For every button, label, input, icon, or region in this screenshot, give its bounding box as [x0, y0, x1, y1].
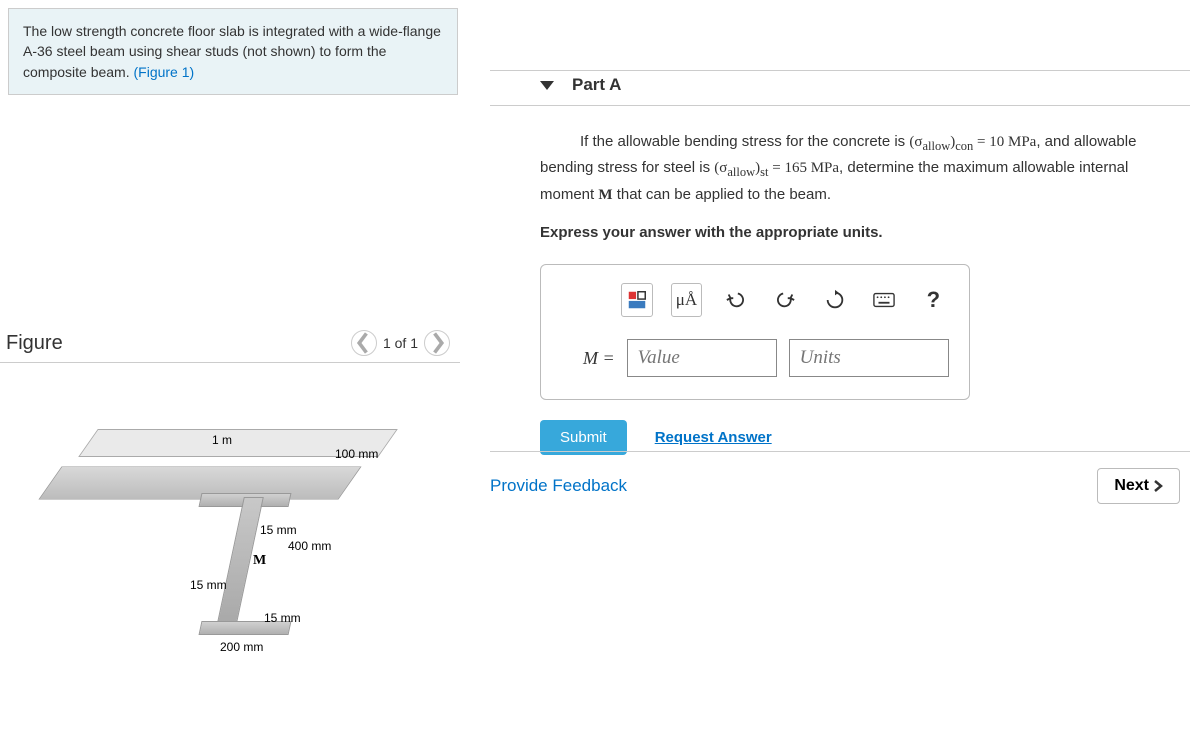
- instruction: Express your answer with the appropriate…: [540, 221, 1180, 244]
- redo-button[interactable]: [770, 283, 801, 317]
- sigma2: (σ: [714, 160, 727, 176]
- next-button[interactable]: Next: [1097, 468, 1180, 504]
- help-button[interactable]: ?: [918, 283, 949, 317]
- chevron-right-icon: [425, 331, 449, 355]
- problem-intro: The low strength concrete floor slab is …: [8, 8, 458, 95]
- keyboard-icon: [873, 289, 895, 311]
- sigma: (σ: [909, 134, 922, 150]
- equation-toolbar: μÅ ?: [561, 283, 949, 317]
- reset-icon: [824, 289, 846, 311]
- variable-label: M =: [583, 348, 615, 369]
- dim-slab-width: 1 m: [212, 433, 232, 447]
- figure-title: Figure: [6, 332, 63, 355]
- con-sub: con: [955, 139, 973, 153]
- dim-tf-bot: 15 mm: [264, 611, 301, 625]
- dim-bf: 200 mm: [220, 640, 263, 654]
- dim-web-h: 400 mm: [288, 539, 331, 553]
- request-answer-link[interactable]: Request Answer: [655, 429, 772, 446]
- units-input[interactable]: [789, 339, 949, 377]
- question-text: If the allowable bending stress for the …: [490, 106, 1190, 244]
- redo-icon: [774, 289, 796, 311]
- q-frag4: that can be applied to the beam.: [613, 186, 832, 203]
- M-var: M: [598, 187, 612, 203]
- allow-sub2: allow: [727, 165, 755, 179]
- dim-tw: 15 mm: [190, 578, 227, 592]
- next-figure-button[interactable]: [424, 330, 450, 356]
- next-label: Next: [1114, 477, 1149, 495]
- undo-icon: [725, 289, 747, 311]
- undo-button[interactable]: [720, 283, 751, 317]
- provide-feedback-link[interactable]: Provide Feedback: [490, 476, 627, 496]
- eq2: = 165 MPa: [768, 160, 839, 176]
- figure-panel: Figure 1 of 1 1 m 100 mm 15 mm 400 mm M …: [0, 330, 460, 713]
- dim-tf-top: 15 mm: [260, 523, 297, 537]
- footer-row: Provide Feedback Next: [490, 451, 1190, 504]
- fraction-icon: [626, 289, 648, 311]
- keyboard-button[interactable]: [868, 283, 899, 317]
- part-header[interactable]: Part A: [490, 70, 1190, 106]
- figure-pager: 1 of 1: [351, 330, 450, 356]
- submit-button[interactable]: Submit: [540, 420, 627, 455]
- question-column: Part A If the allowable bending stress f…: [490, 70, 1190, 455]
- figure-link[interactable]: (Figure 1): [134, 64, 195, 80]
- reset-button[interactable]: [819, 283, 850, 317]
- units-symbol-button[interactable]: μÅ: [671, 283, 703, 317]
- eq1: = 10 MPa: [973, 134, 1036, 150]
- q-frag: If the allowable bending stress for the …: [580, 133, 909, 150]
- part-title: Part A: [572, 75, 621, 95]
- answer-panel: μÅ ? M =: [540, 264, 970, 400]
- value-input[interactable]: [627, 339, 777, 377]
- dim-slab-thk: 100 mm: [335, 447, 378, 461]
- moment-label: M: [253, 553, 266, 569]
- template-button[interactable]: [621, 283, 653, 317]
- chevron-right-icon: [1153, 480, 1163, 492]
- pager-label: 1 of 1: [383, 335, 418, 351]
- intro-text: The low strength concrete floor slab is …: [23, 23, 441, 80]
- caret-down-icon: [540, 81, 554, 90]
- figure-canvas: 1 m 100 mm 15 mm 400 mm M 15 mm 15 mm 20…: [0, 393, 460, 713]
- chevron-left-icon: [352, 331, 376, 355]
- allow-sub: allow: [922, 139, 950, 153]
- prev-figure-button[interactable]: [351, 330, 377, 356]
